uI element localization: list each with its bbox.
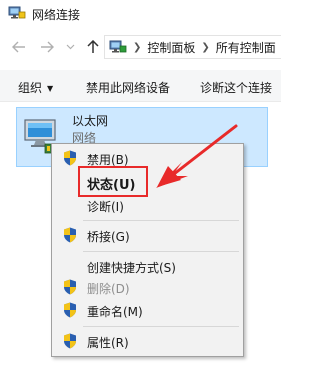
uac-shield-icon (64, 227, 76, 243)
breadcrumb-item[interactable]: 所有控制面 (216, 39, 276, 56)
menu-item-label: 创建快捷方式(S) (87, 261, 176, 275)
menu-item-create-shortcut[interactable]: 创建快捷方式(S) (54, 255, 241, 277)
uac-shield-icon (64, 302, 76, 318)
menu-item-label: 桥接(G) (87, 230, 130, 244)
chevron-right-icon: ❯ (201, 41, 210, 53)
context-menu: 禁用(B) 状态(U) 诊断(I) 桥接(G) 创建快捷方式(S) 删除(D) (51, 143, 244, 357)
menu-item-label: 禁用(B) (87, 153, 129, 167)
window-title: 网络连接 (32, 8, 81, 22)
uac-shield-icon (64, 279, 76, 295)
menu-item-label: 属性(R) (87, 336, 129, 350)
menu-item-status[interactable]: 状态(U) (54, 171, 241, 193)
menu-item-label: 状态(U) (87, 178, 136, 193)
network-connections-icon (8, 6, 26, 19)
menu-item-diagnose[interactable]: 诊断(I) (54, 194, 241, 216)
network-connections-window: 网络连接 ❯ 控制面板 ❯ 所有控制面 组织 ▼ 禁用此网络设备 诊断这个连接 … (0, 0, 281, 368)
menu-item-rename[interactable]: 重命名(M) (54, 299, 241, 321)
menu-item-label: 删除(D) (87, 282, 130, 296)
title-bar: 网络连接 (0, 0, 281, 28)
command-bar: 组织 ▼ 禁用此网络设备 诊断这个连接 (0, 70, 281, 102)
breadcrumb-item[interactable]: 控制面板 (147, 39, 195, 56)
menu-separator (83, 251, 239, 252)
caret-down-icon: ▼ (47, 84, 54, 93)
menu-item-label: 诊断(I) (87, 200, 124, 214)
menu-separator (83, 326, 239, 327)
menu-item-disable[interactable]: 禁用(B) (54, 147, 241, 169)
disable-device-button[interactable]: 禁用此网络设备 (86, 79, 170, 96)
menu-item-delete: 删除(D) (54, 276, 241, 298)
menu-item-properties[interactable]: 属性(R) (54, 330, 241, 352)
control-panel-icon (109, 40, 127, 53)
address-bar: ❯ 控制面板 ❯ 所有控制面 (0, 32, 281, 62)
uac-shield-icon (64, 333, 76, 349)
chevron-down-icon[interactable] (64, 37, 76, 57)
diagnose-button[interactable]: 诊断这个连接 (200, 79, 272, 96)
menu-item-label: 重命名(M) (87, 305, 143, 319)
menu-item-bridge[interactable]: 桥接(G) (54, 224, 241, 246)
back-arrow-icon[interactable] (10, 37, 28, 57)
adapter-name: 以太网 (72, 114, 109, 128)
menu-separator (83, 220, 239, 221)
organize-label: 组织 (18, 81, 43, 95)
uac-shield-icon (64, 150, 76, 166)
up-arrow-icon[interactable] (84, 37, 102, 57)
address-box[interactable]: ❯ 控制面板 ❯ 所有控制面 (104, 35, 281, 59)
organize-button[interactable]: 组织 ▼ (18, 79, 53, 96)
chevron-right-icon: ❯ (133, 41, 142, 53)
forward-arrow-icon[interactable] (38, 37, 56, 57)
